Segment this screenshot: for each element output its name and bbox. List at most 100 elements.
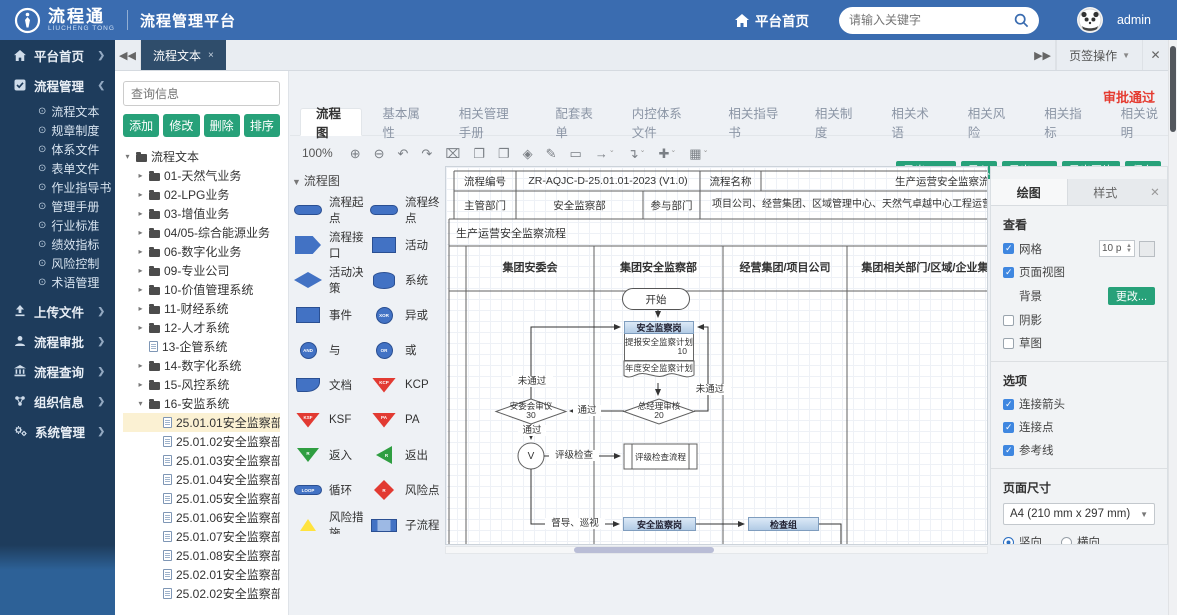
palette-shape-item[interactable]: 流程起点 bbox=[292, 201, 368, 219]
sidebar-subitem[interactable]: ⊙ 绩效指标 bbox=[0, 235, 115, 254]
palette-shape-item[interactable]: 活动 bbox=[368, 236, 444, 254]
grid-color-swatch[interactable] bbox=[1139, 241, 1155, 257]
avatar[interactable] bbox=[1077, 7, 1103, 33]
sidebar-subitem[interactable]: ⊙ 行业标准 bbox=[0, 216, 115, 235]
vscrollbar-thumb[interactable] bbox=[1170, 46, 1176, 132]
toolbar-icon[interactable]: ↷ bbox=[421, 147, 432, 160]
tree-item[interactable]: 25.01.07安全监察部-安全监 bbox=[123, 527, 280, 546]
document-tab[interactable]: 相关管理手册 bbox=[443, 108, 536, 136]
page-tab-active[interactable]: 流程文本 × bbox=[141, 40, 226, 70]
option-checkbox[interactable] bbox=[1003, 445, 1014, 456]
tree-caret-icon[interactable]: ▸ bbox=[136, 247, 145, 256]
sketch-checkbox[interactable] bbox=[1003, 338, 1014, 349]
palette-shape-item[interactable]: 风险措施 bbox=[292, 516, 368, 534]
toolbar-icon[interactable]: ↶ bbox=[398, 147, 409, 160]
toolbar-icon[interactable]: ⊖ bbox=[374, 147, 385, 160]
palette-shape-item[interactable]: R 返入 bbox=[292, 446, 368, 464]
tree-caret-icon[interactable]: ▸ bbox=[136, 361, 145, 370]
node-subprocess[interactable]: 评级检查流程 bbox=[624, 444, 697, 469]
sidebar-item-query[interactable]: 流程查询 ❯ bbox=[0, 356, 115, 386]
toolbar-icon[interactable]: → bbox=[595, 147, 615, 160]
document-tab[interactable]: 相关说明 bbox=[1105, 108, 1177, 136]
toolbar-icon[interactable]: ✚ bbox=[658, 147, 676, 160]
search-input[interactable] bbox=[849, 13, 1008, 27]
document-tab[interactable]: 相关术语 bbox=[875, 108, 947, 136]
node-team[interactable]: 检查组 bbox=[748, 517, 819, 531]
grid-size-input[interactable]: 10 p▲▼ bbox=[1099, 240, 1135, 257]
palette-shape-item[interactable]: AND 与 bbox=[292, 341, 368, 359]
pageview-checkbox[interactable] bbox=[1003, 267, 1014, 278]
tree-item[interactable]: ▸ 01-天然气业务 bbox=[123, 166, 280, 185]
palette-shape-item[interactable]: 活动决策 bbox=[292, 271, 368, 289]
node-task[interactable]: 提报安全监察计划 10 bbox=[624, 334, 694, 361]
option-checkbox[interactable] bbox=[1003, 399, 1014, 410]
document-tab[interactable]: 相关风险 bbox=[952, 108, 1024, 136]
diagram-canvas[interactable]: 流程编号 ZR-AQJC-D-25.01.01-2023 (V1.0) 流程名称… bbox=[445, 166, 988, 545]
tree-item[interactable]: 25.02.02安全监察部-双重预 bbox=[123, 584, 280, 603]
tree-item[interactable]: 25.01.02安全监察部-安全监 bbox=[123, 432, 280, 451]
search-icon[interactable] bbox=[1014, 13, 1029, 28]
tree-item[interactable]: ▸ 02-LPG业务 bbox=[123, 185, 280, 204]
palette-shape-item[interactable]: 系统 bbox=[368, 271, 444, 289]
username[interactable]: admin bbox=[1117, 13, 1151, 27]
portrait-radio[interactable] bbox=[1003, 537, 1014, 546]
toolbar-icon[interactable]: ▦ bbox=[689, 147, 708, 160]
toolbar-icon[interactable]: ↴ bbox=[628, 147, 646, 160]
tree-caret-icon[interactable]: ▸ bbox=[136, 380, 145, 389]
sidebar-subitem[interactable]: ⊙ 作业指导书 bbox=[0, 178, 115, 197]
sidebar-item-org[interactable]: 组织信息 ❯ bbox=[0, 386, 115, 416]
tree-item[interactable]: 25.01.01安全监察部-安全监 bbox=[123, 413, 280, 432]
tree-item[interactable]: 13-企管系统 bbox=[123, 337, 280, 356]
paper-size-select[interactable]: A4 (210 mm x 297 mm) ▼ bbox=[1003, 503, 1155, 525]
option-checkbox[interactable] bbox=[1003, 422, 1014, 433]
sidebar-item-upload[interactable]: 上传文件 ❯ bbox=[0, 296, 115, 326]
toolbar-icon[interactable]: ⌧ bbox=[445, 147, 460, 160]
tree-caret-icon[interactable]: ▸ bbox=[136, 285, 145, 294]
tree-action-button[interactable]: 删除 bbox=[204, 114, 240, 137]
sidebar-subitem[interactable]: ⊙ 流程文本 bbox=[0, 102, 115, 121]
change-background-button[interactable]: 更改... bbox=[1108, 287, 1155, 305]
tree-item[interactable]: ▸ 12-人才系统 bbox=[123, 318, 280, 337]
document-tab[interactable]: 相关指标 bbox=[1028, 108, 1100, 136]
tree-item[interactable]: 25.01.06安全监察部-安全监 bbox=[123, 508, 280, 527]
tree-caret-icon[interactable]: ▸ bbox=[136, 228, 145, 237]
tree-item[interactable]: ▾ 流程文本 bbox=[123, 147, 280, 166]
grid-checkbox[interactable] bbox=[1003, 243, 1014, 254]
document-tab[interactable]: 配套表单 bbox=[539, 108, 611, 136]
sidebar-subitem[interactable]: ⊙ 管理手册 bbox=[0, 197, 115, 216]
palette-shape-item[interactable]: R 返出 bbox=[368, 446, 444, 464]
tree-item[interactable]: ▸ 09-专业公司 bbox=[123, 261, 280, 280]
node-decision-review[interactable]: 总经理审核 20 bbox=[624, 398, 694, 424]
sidebar-item-approval[interactable]: 流程审批 ❯ bbox=[0, 326, 115, 356]
tree-caret-icon[interactable]: ▸ bbox=[136, 209, 145, 218]
tree-action-button[interactable]: 修改 bbox=[163, 114, 199, 137]
tree-caret-icon[interactable]: ▸ bbox=[136, 323, 145, 332]
node-post2[interactable]: 安全监察岗 bbox=[623, 517, 696, 531]
document-tab[interactable]: 流程图 bbox=[300, 108, 362, 136]
sidebar-item-system[interactable]: 系统管理 ❯ bbox=[0, 416, 115, 446]
toolbar-icon[interactable]: ✎ bbox=[546, 147, 557, 160]
tree-action-button[interactable]: 添加 bbox=[123, 114, 159, 137]
sidebar-subitem[interactable]: ⊙ 术语管理 bbox=[0, 273, 115, 292]
tree-caret-icon[interactable]: ▸ bbox=[136, 171, 145, 180]
document-tab[interactable]: 内控体系文件 bbox=[616, 108, 709, 136]
sidebar-subitem[interactable]: ⊙ 表单文件 bbox=[0, 159, 115, 178]
tree-item[interactable]: 25.01.03安全监察部-安全监 bbox=[123, 451, 280, 470]
toolbar-icon[interactable]: ▭ bbox=[570, 147, 582, 160]
toolbar-icon[interactable]: ⊕ bbox=[350, 147, 361, 160]
format-tab-style[interactable]: 样式 bbox=[1068, 179, 1144, 205]
tree-item[interactable]: ▸ 15-风控系统 bbox=[123, 375, 280, 394]
stepper-icon[interactable]: ▲▼ bbox=[1126, 244, 1132, 254]
palette-shape-item[interactable]: KCP KCP bbox=[368, 376, 444, 394]
palette-shape-item[interactable]: XOR 异或 bbox=[368, 306, 444, 324]
zoom-level[interactable]: 100% bbox=[302, 146, 333, 160]
node-post-header[interactable]: 安全监察岗 bbox=[624, 321, 694, 334]
shadow-checkbox[interactable] bbox=[1003, 315, 1014, 326]
tree-item[interactable]: 25.02.01安全监察部-双重预 bbox=[123, 565, 280, 584]
sidebar-item-process-mgmt[interactable]: 流程管理 ❮ bbox=[0, 70, 115, 100]
sidebar-subitem[interactable]: ⊙ 规章制度 bbox=[0, 121, 115, 140]
sidebar-subitem[interactable]: ⊙ 风险控制 bbox=[0, 254, 115, 273]
palette-shape-item[interactable]: 流程终点 bbox=[368, 201, 444, 219]
tree-caret-icon[interactable]: ▾ bbox=[136, 399, 145, 408]
tree-item[interactable]: 25.01.04安全监察部-安全监 bbox=[123, 470, 280, 489]
